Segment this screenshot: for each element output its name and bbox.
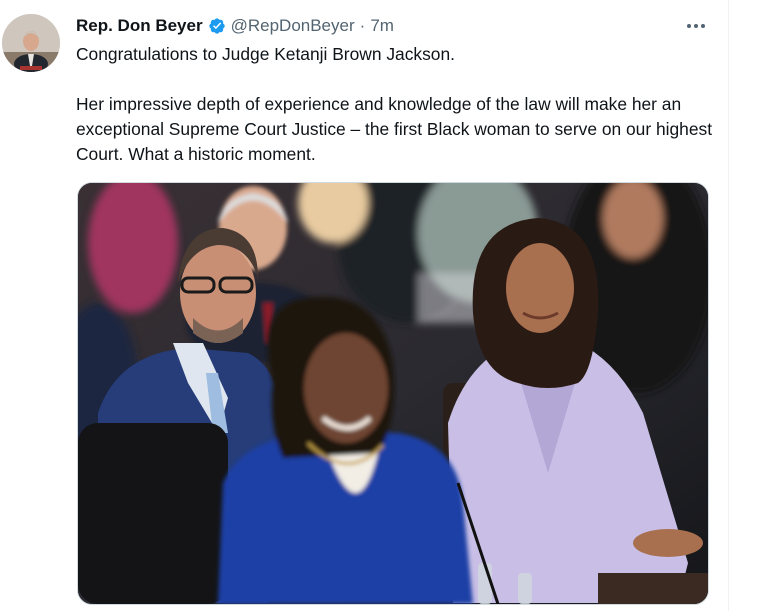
tweet-text-line1: Congratulations to Judge Ketanji Brown J…	[76, 44, 455, 64]
author-avatar[interactable]	[2, 14, 60, 72]
profile-photo-icon	[2, 14, 60, 72]
tweet-timestamp[interactable]: 7m	[370, 16, 394, 36]
tweet-card[interactable]: Rep. Don Beyer @RepDonBeyer · 7m Congrat…	[0, 0, 728, 611]
hearing-photo-image	[78, 183, 708, 604]
tweet-photo[interactable]	[77, 182, 709, 605]
author-display-name[interactable]: Rep. Don Beyer	[76, 16, 203, 36]
verified-badge-icon	[208, 18, 225, 34]
more-options-icon[interactable]	[681, 12, 711, 40]
author-handle[interactable]: @RepDonBeyer	[231, 16, 355, 36]
tweet-text: Congratulations to Judge Ketanji Brown J…	[76, 42, 716, 167]
column-divider	[728, 0, 729, 611]
header-separator: ·	[359, 16, 366, 35]
tweet-text-paragraph2: Her impressive depth of experience and k…	[76, 94, 713, 164]
tweet-header: Rep. Don Beyer @RepDonBeyer · 7m	[76, 15, 394, 37]
